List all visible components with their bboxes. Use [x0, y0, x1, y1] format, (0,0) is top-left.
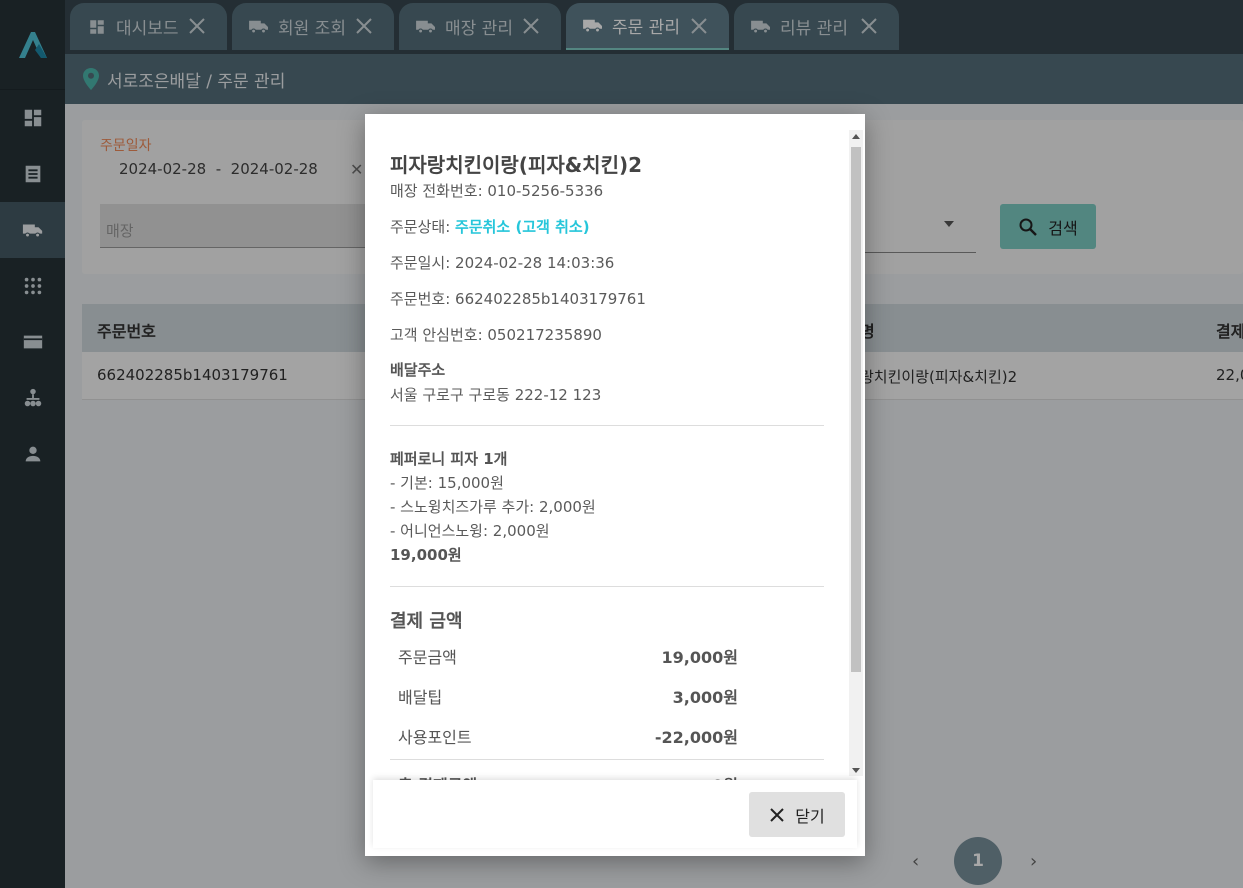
payment-label: 사용포인트 [398, 728, 472, 747]
status-badge: 주문취소 (고객 취소) [455, 218, 590, 236]
close-label: 닫기 [795, 806, 825, 826]
scrollbar-thumb[interactable] [851, 147, 861, 672]
item-option: - 어니언스노윙: 2,000원 [390, 522, 550, 540]
payment-title: 결제 금액 [390, 611, 463, 632]
item-option: - 기본: 15,000원 [390, 474, 504, 492]
payment-label: 배달팁 [398, 688, 443, 707]
final-label: 총 결제금액 [398, 772, 477, 780]
item-total: 19,000원 [390, 546, 462, 564]
store-phone: 매장 전화번호: 010-5256-5336 [390, 182, 604, 200]
scroll-up-icon[interactable] [852, 134, 860, 139]
dialog-body: 피자랑치킨이랑(피자&치킨)2 매장 전화번호: 010-5256-5336 주… [390, 114, 824, 780]
order-number: 주문번호: 662402285b1403179761 [390, 290, 646, 308]
store-name: 피자랑치킨이랑(피자&치킨)2 [390, 153, 643, 177]
payment-label: 주문금액 [398, 648, 457, 667]
payment-value: 3,000원 [672, 688, 738, 707]
payment-value: 19,000원 [661, 648, 738, 667]
order-status: 주문상태: 주문취소 (고객 취소) [390, 216, 590, 237]
divider [390, 425, 824, 426]
close-icon [770, 807, 784, 822]
divider [390, 586, 824, 587]
close-button[interactable]: 닫기 [749, 792, 845, 837]
payment-value: -22,000원 [654, 728, 738, 747]
item-option: - 스노윙치즈가루 추가: 2,000원 [390, 498, 596, 516]
address: 서울 구로구 구로동 222-12 123 [390, 386, 602, 404]
safe-number: 고객 안심번호: 050217235890 [390, 326, 602, 344]
divider [390, 759, 824, 760]
address-title: 배달주소 [390, 361, 446, 379]
dialog-footer: 닫기 [373, 780, 857, 848]
order-datetime: 주문일시: 2024-02-28 14:03:36 [390, 254, 615, 272]
final-value: 0원 [712, 772, 738, 780]
status-label: 주문상태: [390, 218, 456, 236]
order-detail-dialog: 피자랑치킨이랑(피자&치킨)2 매장 전화번호: 010-5256-5336 주… [365, 114, 865, 856]
scroll-down-icon[interactable] [852, 768, 860, 773]
item-name: 페퍼로니 피자 1개 [390, 450, 508, 468]
